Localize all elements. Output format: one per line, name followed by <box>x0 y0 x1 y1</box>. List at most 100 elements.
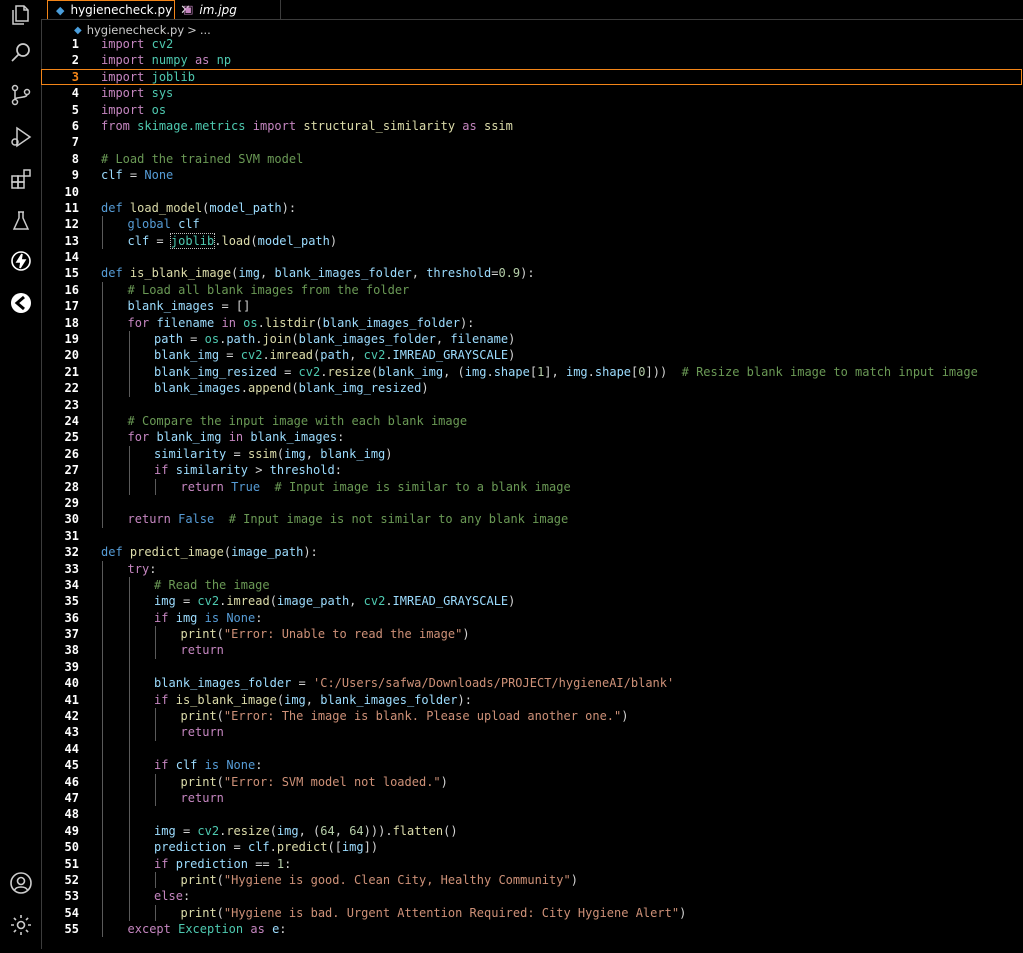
code-line[interactable]: 7 <box>41 134 1023 150</box>
indent-guide <box>155 708 157 725</box>
code-line[interactable]: 37 print("Error: Unable to read the image… <box>41 626 1023 643</box>
code-line[interactable]: 41 if is_blank_image(img, blank_images_fo… <box>41 691 1023 709</box>
code-line[interactable]: 1 import cv2 <box>41 36 1023 52</box>
code-line[interactable]: 50 prediction = clf.predict([img]) <box>41 839 1023 856</box>
code-line[interactable]: 28 return True # Input image is similar t… <box>41 478 1023 495</box>
tab-im-jpg[interactable]: ▣ im.jpg <box>175 0 281 19</box>
code-text: blank_img_resized = cv2. resize(blank_img… <box>154 364 978 380</box>
code-line[interactable]: 19 path = os.path.join(blank_images_folde… <box>41 331 1023 348</box>
code-text: prediction = clf.predict([img]) <box>154 839 378 855</box>
code-line[interactable]: 24 # Compare the input image with each bl… <box>41 412 1023 430</box>
code-line[interactable]: 49 img = cv2.resize(img, (64, 64))).flatt… <box>41 822 1023 840</box>
breadcrumb-separator: > <box>187 23 197 37</box>
code-line[interactable]: 35 img = cv2.imread(image_path, cv2.IMREA… <box>41 593 1023 610</box>
run-debug-icon[interactable] <box>8 124 34 150</box>
code-line[interactable]: 23 <box>41 396 1023 413</box>
code-line[interactable]: 8 # Load the trained SVM model <box>41 151 1023 167</box>
code-line[interactable]: 40 blank_images_folder = 'C:/Users/safwa/… <box>41 675 1023 692</box>
code-line[interactable]: 21 blank_img_resized = cv2. resize(blank_i… <box>41 363 1023 381</box>
code-line[interactable]: 17 blank_images = [] <box>41 298 1023 315</box>
code-token: = <box>175 823 198 838</box>
code-line[interactable]: 3 import joblib <box>41 68 1022 86</box>
code-text: clf = joblib.load(model_path) <box>128 232 337 249</box>
code-line[interactable]: 51 if prediction == 1: <box>41 855 1023 872</box>
indent-guide <box>102 609 103 627</box>
breadcrumb-rest[interactable]: ... <box>200 23 211 37</box>
settings-gear-icon[interactable] <box>8 912 34 938</box>
code-token: ssim <box>247 446 277 461</box>
extensions-icon[interactable] <box>8 166 34 192</box>
code-line[interactable]: 43 return <box>41 724 1023 741</box>
code-line[interactable]: 11 def load_model(model_path): <box>41 200 1023 216</box>
code-token: ( <box>291 381 299 396</box>
code-token: prediction <box>154 840 227 855</box>
code-line[interactable]: 44 <box>41 740 1023 758</box>
remote-icon[interactable] <box>8 290 34 316</box>
code-token: = <box>226 446 248 461</box>
code-line[interactable]: 30 return False # Input image is not simi… <box>41 511 1023 528</box>
testing-icon[interactable] <box>8 208 34 234</box>
code-line[interactable]: 52 print("Hygiene is good. Clean City, He… <box>41 871 1023 889</box>
code-line[interactable]: 5 import os <box>41 102 1023 118</box>
code-line[interactable]: 15 def is_blank_image(img, blank_images_f… <box>41 265 1023 281</box>
search-icon[interactable] <box>8 40 34 66</box>
code-line[interactable]: 25 for blank_img in blank_images: <box>41 429 1023 446</box>
code-line[interactable]: 14 <box>41 249 1023 265</box>
code-line[interactable]: 26 similarity = ssim(img, blank_img) <box>41 445 1023 463</box>
code-line[interactable]: 34 # Read the image <box>41 576 1023 594</box>
code-text: # Load the trained SVM model <box>101 151 303 167</box>
code-token: blank_images_folder <box>320 692 458 707</box>
code-line[interactable]: 46 print("Error: SVM model not loaded.") <box>41 773 1023 790</box>
account-icon[interactable] <box>8 870 34 896</box>
indent-guide <box>155 773 157 790</box>
code-line[interactable]: 39 <box>41 658 1023 676</box>
code-line[interactable]: 53 else: <box>41 888 1023 905</box>
code-editor[interactable]: 1 import cv2 2 import numpy as np 3 import jo… <box>41 36 1023 953</box>
code-line[interactable]: 12 global clf <box>41 216 1023 233</box>
code-line[interactable]: 10 <box>41 184 1023 200</box>
code-line[interactable]: 29 <box>41 494 1023 512</box>
code-token: ) <box>421 381 429 396</box>
code-line[interactable]: 22 blank_images.append(blank_img_resized) <box>41 380 1023 397</box>
code-line[interactable]: 32 def predict_image(image_path): <box>41 544 1023 560</box>
source-control-icon[interactable] <box>8 82 34 108</box>
code-line[interactable]: 9 clf = None <box>41 167 1023 183</box>
breadcrumb-file[interactable]: hygienecheck.py <box>87 23 184 37</box>
code-line[interactable]: 55 except Exception as e: <box>41 921 1023 938</box>
code-line[interactable]: 20 blank_img = cv2.imread(path, cv2.IMREA… <box>41 347 1023 364</box>
indent-guide <box>102 806 103 823</box>
code-line[interactable]: 38 return <box>41 642 1023 659</box>
code-line[interactable]: 27 if similarity > threshold: <box>41 462 1023 479</box>
code-line[interactable]: 42 print("Error: The image is blank. Plea… <box>41 708 1023 725</box>
code-line[interactable]: 48 <box>41 806 1023 823</box>
code-token: = <box>182 332 205 347</box>
code-token: img <box>565 364 588 379</box>
code-token: blank_images <box>250 430 338 445</box>
code-line[interactable]: 16 # Load all blank images from the folde… <box>41 281 1023 299</box>
code-line[interactable]: 45 if clf is None: <box>41 757 1023 774</box>
code-line[interactable]: 31 <box>41 528 1023 544</box>
files-icon[interactable] <box>8 2 34 28</box>
code-line[interactable]: 36 if img is None: <box>41 609 1023 627</box>
code-token: skimage.metrics <box>137 118 246 133</box>
tab-hygienecheck[interactable]: ◆ hygienecheck.py ✕ <box>47 0 191 19</box>
lightning-icon[interactable] <box>8 248 34 274</box>
code-line[interactable]: 6 from skimage.metrics import structural_… <box>41 118 1023 134</box>
code-line[interactable]: 47 return <box>41 789 1023 807</box>
code-line[interactable]: 54 print("Hygiene is bad. Urgent Attentio… <box>41 904 1023 922</box>
code-token: if <box>154 758 169 773</box>
code-token: = <box>175 594 198 609</box>
code-line[interactable]: 2 import numpy as np <box>41 52 1023 68</box>
code-line[interactable]: 4 import sys <box>41 85 1023 101</box>
code-text: import os <box>101 102 166 118</box>
code-token: blank_images_folder <box>274 266 412 281</box>
code-line[interactable]: 18 for filename in os.listdir(blank_image… <box>41 314 1023 332</box>
indent-guide <box>128 626 130 643</box>
code-line[interactable]: 13 clf = joblib.load(model_path) <box>41 232 1023 250</box>
code-token: cv2 <box>197 823 220 838</box>
code-token: is_blank_image <box>129 266 232 281</box>
code-line[interactable]: 33 try: <box>41 560 1023 577</box>
